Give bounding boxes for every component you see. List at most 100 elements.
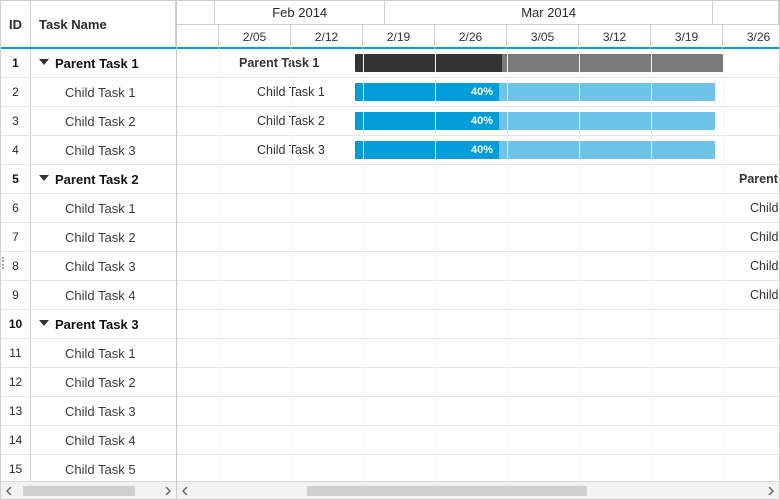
tree-row[interactable]: 11Child Task 1 [1, 339, 176, 368]
timeline-row[interactable]: Child [177, 281, 779, 310]
pane-splitter[interactable] [175, 1, 179, 499]
gantt-progress-bar[interactable]: 40% [355, 112, 499, 130]
gantt-progress-bar[interactable] [355, 54, 502, 72]
row-label: Child Task 1 [65, 85, 136, 100]
row-label: Child Task 1 [65, 346, 136, 361]
scroll-left-button[interactable] [177, 482, 195, 500]
timeline-row[interactable]: Child Task 2 40% [177, 107, 779, 136]
tree-row[interactable]: 7Child Task 2 [1, 223, 176, 252]
expand-icon[interactable] [39, 320, 49, 326]
month-cell: Feb 2014 [215, 1, 385, 25]
month-cell: Mar 2014 [385, 1, 713, 25]
timeline-header: Feb 2014Mar 2014 2/052/122/192/263/053/1… [177, 1, 779, 49]
scroll-thumb[interactable] [23, 486, 135, 496]
scroll-track[interactable] [19, 484, 158, 498]
timeline-row[interactable]: Parent Task 1 [177, 49, 779, 78]
tree-row[interactable]: 12 Child Task 2 [1, 368, 176, 397]
tree-row[interactable]: 8Child Task 3 [1, 252, 176, 281]
timeline-row[interactable]: Parent [177, 165, 779, 194]
progress-label: 40% [355, 141, 499, 159]
timeline-row[interactable]: Child [177, 223, 779, 252]
row-label: Parent Task 2 [55, 172, 139, 187]
row-id: 7 [1, 223, 31, 251]
scroll-right-button[interactable] [761, 482, 779, 500]
tree-row[interactable]: 14Child Task 4 [1, 426, 176, 455]
tree-row[interactable]: 15 Child Task 5 [1, 455, 176, 481]
row-id: 12 [1, 368, 31, 396]
row-name: Parent Task 3 [31, 310, 176, 338]
tick-cell: 3/19 [651, 25, 723, 49]
scroll-left-button[interactable] [1, 482, 19, 500]
progress-label: 40% [355, 112, 499, 130]
tree-row[interactable]: 6Child Task 1 [1, 194, 176, 223]
row-name: Child Task 2 [31, 223, 176, 251]
progress-label: 40% [355, 83, 499, 101]
timeline-row[interactable] [177, 310, 779, 339]
gantt-bar-label: Parent [739, 172, 779, 186]
expand-icon[interactable] [39, 175, 49, 181]
timeline-hscrollbar[interactable] [177, 481, 779, 499]
gantt-bar-label: Child [750, 230, 779, 244]
scroll-track[interactable] [195, 484, 761, 498]
tree-hscrollbar[interactable] [1, 481, 176, 499]
timeline-row[interactable] [177, 455, 779, 481]
scroll-thumb[interactable] [307, 486, 587, 496]
row-name: Child Task 2 [31, 368, 176, 396]
column-header-id[interactable]: ID [1, 1, 31, 47]
row-label: Child Task 5 [65, 462, 136, 477]
row-label: Child Task 3 [65, 259, 136, 274]
gantt-bar-label: Child [750, 259, 779, 273]
row-id: 4 [1, 136, 31, 164]
timeline-pane: Feb 2014Mar 2014 2/052/122/192/263/053/1… [177, 1, 779, 499]
row-id: 1 [1, 49, 31, 77]
row-id: 14 [1, 426, 31, 454]
timeline-row[interactable] [177, 397, 779, 426]
row-id: 15 [1, 455, 31, 481]
row-id: 13 [1, 397, 31, 425]
scroll-right-button[interactable] [158, 482, 176, 500]
timeline-row[interactable]: Child Task 3 40% [177, 136, 779, 165]
timeline-row[interactable]: Child [177, 252, 779, 281]
row-name: Child Task 3 [31, 397, 176, 425]
gantt-bar-label: Child Task 2 [257, 114, 325, 128]
tick-cell: 3/12 [579, 25, 651, 49]
row-name: Parent Task 1 [31, 49, 176, 77]
row-label: Parent Task 3 [55, 317, 139, 332]
tree-row[interactable]: 5Parent Task 2 [1, 165, 176, 194]
timeline-row[interactable] [177, 426, 779, 455]
gantt-bar-label: Child [750, 201, 779, 215]
gantt-bar-label: Child Task 3 [257, 143, 325, 157]
expand-icon[interactable] [39, 59, 49, 65]
row-label: Child Task 2 [65, 375, 136, 390]
row-id: 3 [1, 107, 31, 135]
tree-row[interactable]: 2Child Task 1 [1, 78, 176, 107]
tick-cell: 3/05 [507, 25, 579, 49]
tree-row[interactable]: 3Child Task 2 [1, 107, 176, 136]
tree-row[interactable]: 9 Child Task 4 [1, 281, 176, 310]
timeline-row[interactable]: Child [177, 194, 779, 223]
tick-cell: 3/26 [723, 25, 780, 49]
gantt-progress-bar[interactable]: 40% [355, 141, 499, 159]
timeline-row[interactable] [177, 368, 779, 397]
row-name: Child Task 3 [31, 252, 176, 280]
tree-row[interactable]: 10Parent Task 3 [1, 310, 176, 339]
timeline-row[interactable]: Child Task 1 40% [177, 78, 779, 107]
row-name: Child Task 5 [31, 455, 176, 481]
tick-cell: 2/12 [291, 25, 363, 49]
gantt-bar-label: Child Task 1 [257, 85, 325, 99]
tree-grid: 1Parent Task 12Child Task 13Child Task 2… [1, 49, 176, 481]
tree-header: ID Task Name [1, 1, 176, 49]
timeline-row[interactable] [177, 339, 779, 368]
timeline-body[interactable]: Parent Task 1Child Task 140%Child Task 2… [177, 49, 779, 481]
row-id: 9 [1, 281, 31, 309]
tree-row[interactable]: 4Child Task 3 [1, 136, 176, 165]
row-label: Child Task 3 [65, 404, 136, 419]
splitter-grip-icon[interactable] [0, 254, 6, 272]
column-header-name[interactable]: Task Name [31, 1, 176, 47]
gantt-root: ID Task Name 1Parent Task 12Child Task 1… [0, 0, 780, 500]
gantt-progress-bar[interactable]: 40% [355, 83, 499, 101]
tree-row[interactable]: 13 Child Task 3 [1, 397, 176, 426]
row-label: Child Task 4 [65, 288, 136, 303]
row-name: Child Task 2 [31, 107, 176, 135]
tree-row[interactable]: 1Parent Task 1 [1, 49, 176, 78]
